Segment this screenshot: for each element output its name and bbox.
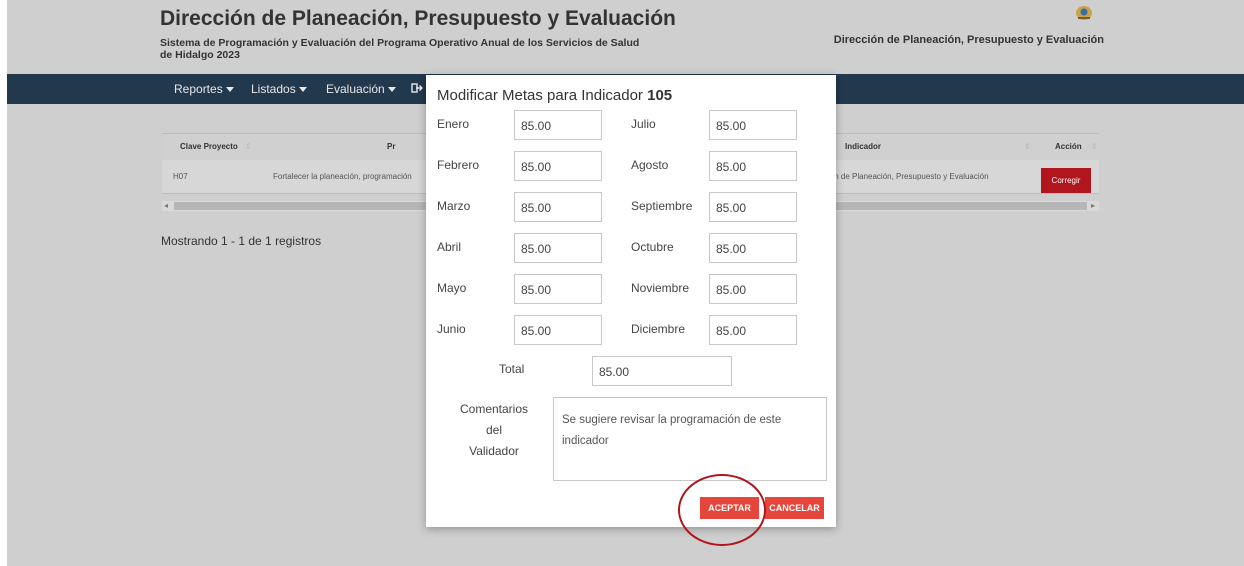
page-title: Dirección de Planeación, Presupuesto y E… bbox=[160, 7, 676, 30]
label-mayo: Mayo bbox=[437, 281, 467, 295]
comments-label: Comentarios del Validador bbox=[454, 399, 534, 462]
label-diciembre: Diciembre bbox=[631, 322, 686, 336]
comments-textarea[interactable]: Se sugiere revisar la programación de es… bbox=[553, 397, 827, 481]
label-julio: Julio bbox=[631, 117, 656, 131]
modal-title: Modificar Metas para Indicador 105 bbox=[437, 87, 672, 104]
nav-reportes[interactable]: Reportes bbox=[174, 82, 234, 96]
column-header-clave[interactable]: Clave Proyecto bbox=[180, 142, 238, 151]
cell-clave: H07 bbox=[173, 172, 188, 181]
logout-icon[interactable] bbox=[411, 82, 423, 94]
caret-down-icon bbox=[225, 87, 234, 93]
scroll-left-icon[interactable]: ◂ bbox=[164, 201, 168, 211]
label-enero: Enero bbox=[437, 117, 470, 131]
input-mayo[interactable]: 85.00 bbox=[514, 274, 602, 304]
caret-down-icon bbox=[387, 87, 396, 93]
nav-evaluacion[interactable]: Evaluación bbox=[326, 82, 396, 96]
label-febrero: Febrero bbox=[437, 158, 480, 172]
records-count: Mostrando 1 - 1 de 1 registros bbox=[161, 234, 322, 248]
column-header-indicador[interactable]: Indicador bbox=[845, 142, 881, 151]
modal-title-text: Modificar Metas para Indicador bbox=[437, 87, 643, 104]
label-total: Total bbox=[499, 362, 525, 376]
indicator-number: 105 bbox=[647, 87, 673, 104]
nav-evaluacion-label: Evaluación bbox=[326, 82, 385, 96]
corregir-button[interactable]: Corregir bbox=[1041, 168, 1091, 193]
input-noviembre[interactable]: 85.00 bbox=[709, 274, 797, 304]
cell-proyecto: Fortalecer la planeación, programación bbox=[273, 172, 412, 181]
input-octubre[interactable]: 85.00 bbox=[709, 233, 797, 263]
label-marzo: Marzo bbox=[437, 199, 471, 213]
cancel-button[interactable]: CANCELAR bbox=[765, 497, 824, 519]
nav-reportes-label: Reportes bbox=[174, 82, 223, 96]
sort-icon: ⇕ bbox=[1091, 142, 1098, 151]
input-total[interactable]: 85.00 bbox=[592, 356, 732, 386]
sort-icon: ⇕ bbox=[1024, 142, 1031, 151]
label-noviembre: Noviembre bbox=[631, 281, 690, 295]
caret-down-icon bbox=[298, 87, 307, 93]
header-right-title: Dirección de Planeación, Presupuesto y E… bbox=[833, 34, 1104, 46]
input-diciembre[interactable]: 85.00 bbox=[709, 315, 797, 345]
nav-listados-label: Listados bbox=[251, 82, 296, 96]
comments-label-line: del bbox=[485, 423, 502, 437]
cell-indicador: ción de Planeación, Presupuesto y Evalua… bbox=[824, 172, 989, 181]
label-octubre: Octubre bbox=[631, 240, 674, 254]
input-febrero[interactable]: 85.00 bbox=[514, 151, 602, 181]
page-subtitle: Sistema de Programación y Evaluación del… bbox=[160, 37, 640, 61]
highlight-circle bbox=[678, 474, 766, 546]
scroll-right-icon[interactable]: ▸ bbox=[1091, 201, 1095, 211]
label-junio: Junio bbox=[437, 322, 466, 336]
label-septiembre: Septiembre bbox=[631, 199, 693, 213]
input-junio[interactable]: 85.00 bbox=[514, 315, 602, 345]
nav-listados[interactable]: Listados bbox=[251, 82, 307, 96]
input-marzo[interactable]: 85.00 bbox=[514, 192, 602, 222]
column-header-accion[interactable]: Acción bbox=[1055, 142, 1082, 151]
institution-logo-icon bbox=[1076, 6, 1092, 20]
modify-goals-modal: Modificar Metas para Indicador 105 Enero… bbox=[426, 75, 836, 527]
comments-label-line: Validador bbox=[469, 444, 519, 458]
input-abril[interactable]: 85.00 bbox=[514, 233, 602, 263]
comments-label-line: Comentarios bbox=[459, 402, 529, 416]
input-julio[interactable]: 85.00 bbox=[709, 110, 797, 140]
input-enero[interactable]: 85.00 bbox=[514, 110, 602, 140]
input-septiembre[interactable]: 85.00 bbox=[709, 192, 797, 222]
label-agosto: Agosto bbox=[631, 158, 669, 172]
sort-icon: ⇕ bbox=[245, 142, 252, 151]
column-header-proyecto[interactable]: Pr bbox=[387, 142, 395, 151]
input-agosto[interactable]: 85.00 bbox=[709, 151, 797, 181]
label-abril: Abril bbox=[437, 240, 462, 254]
